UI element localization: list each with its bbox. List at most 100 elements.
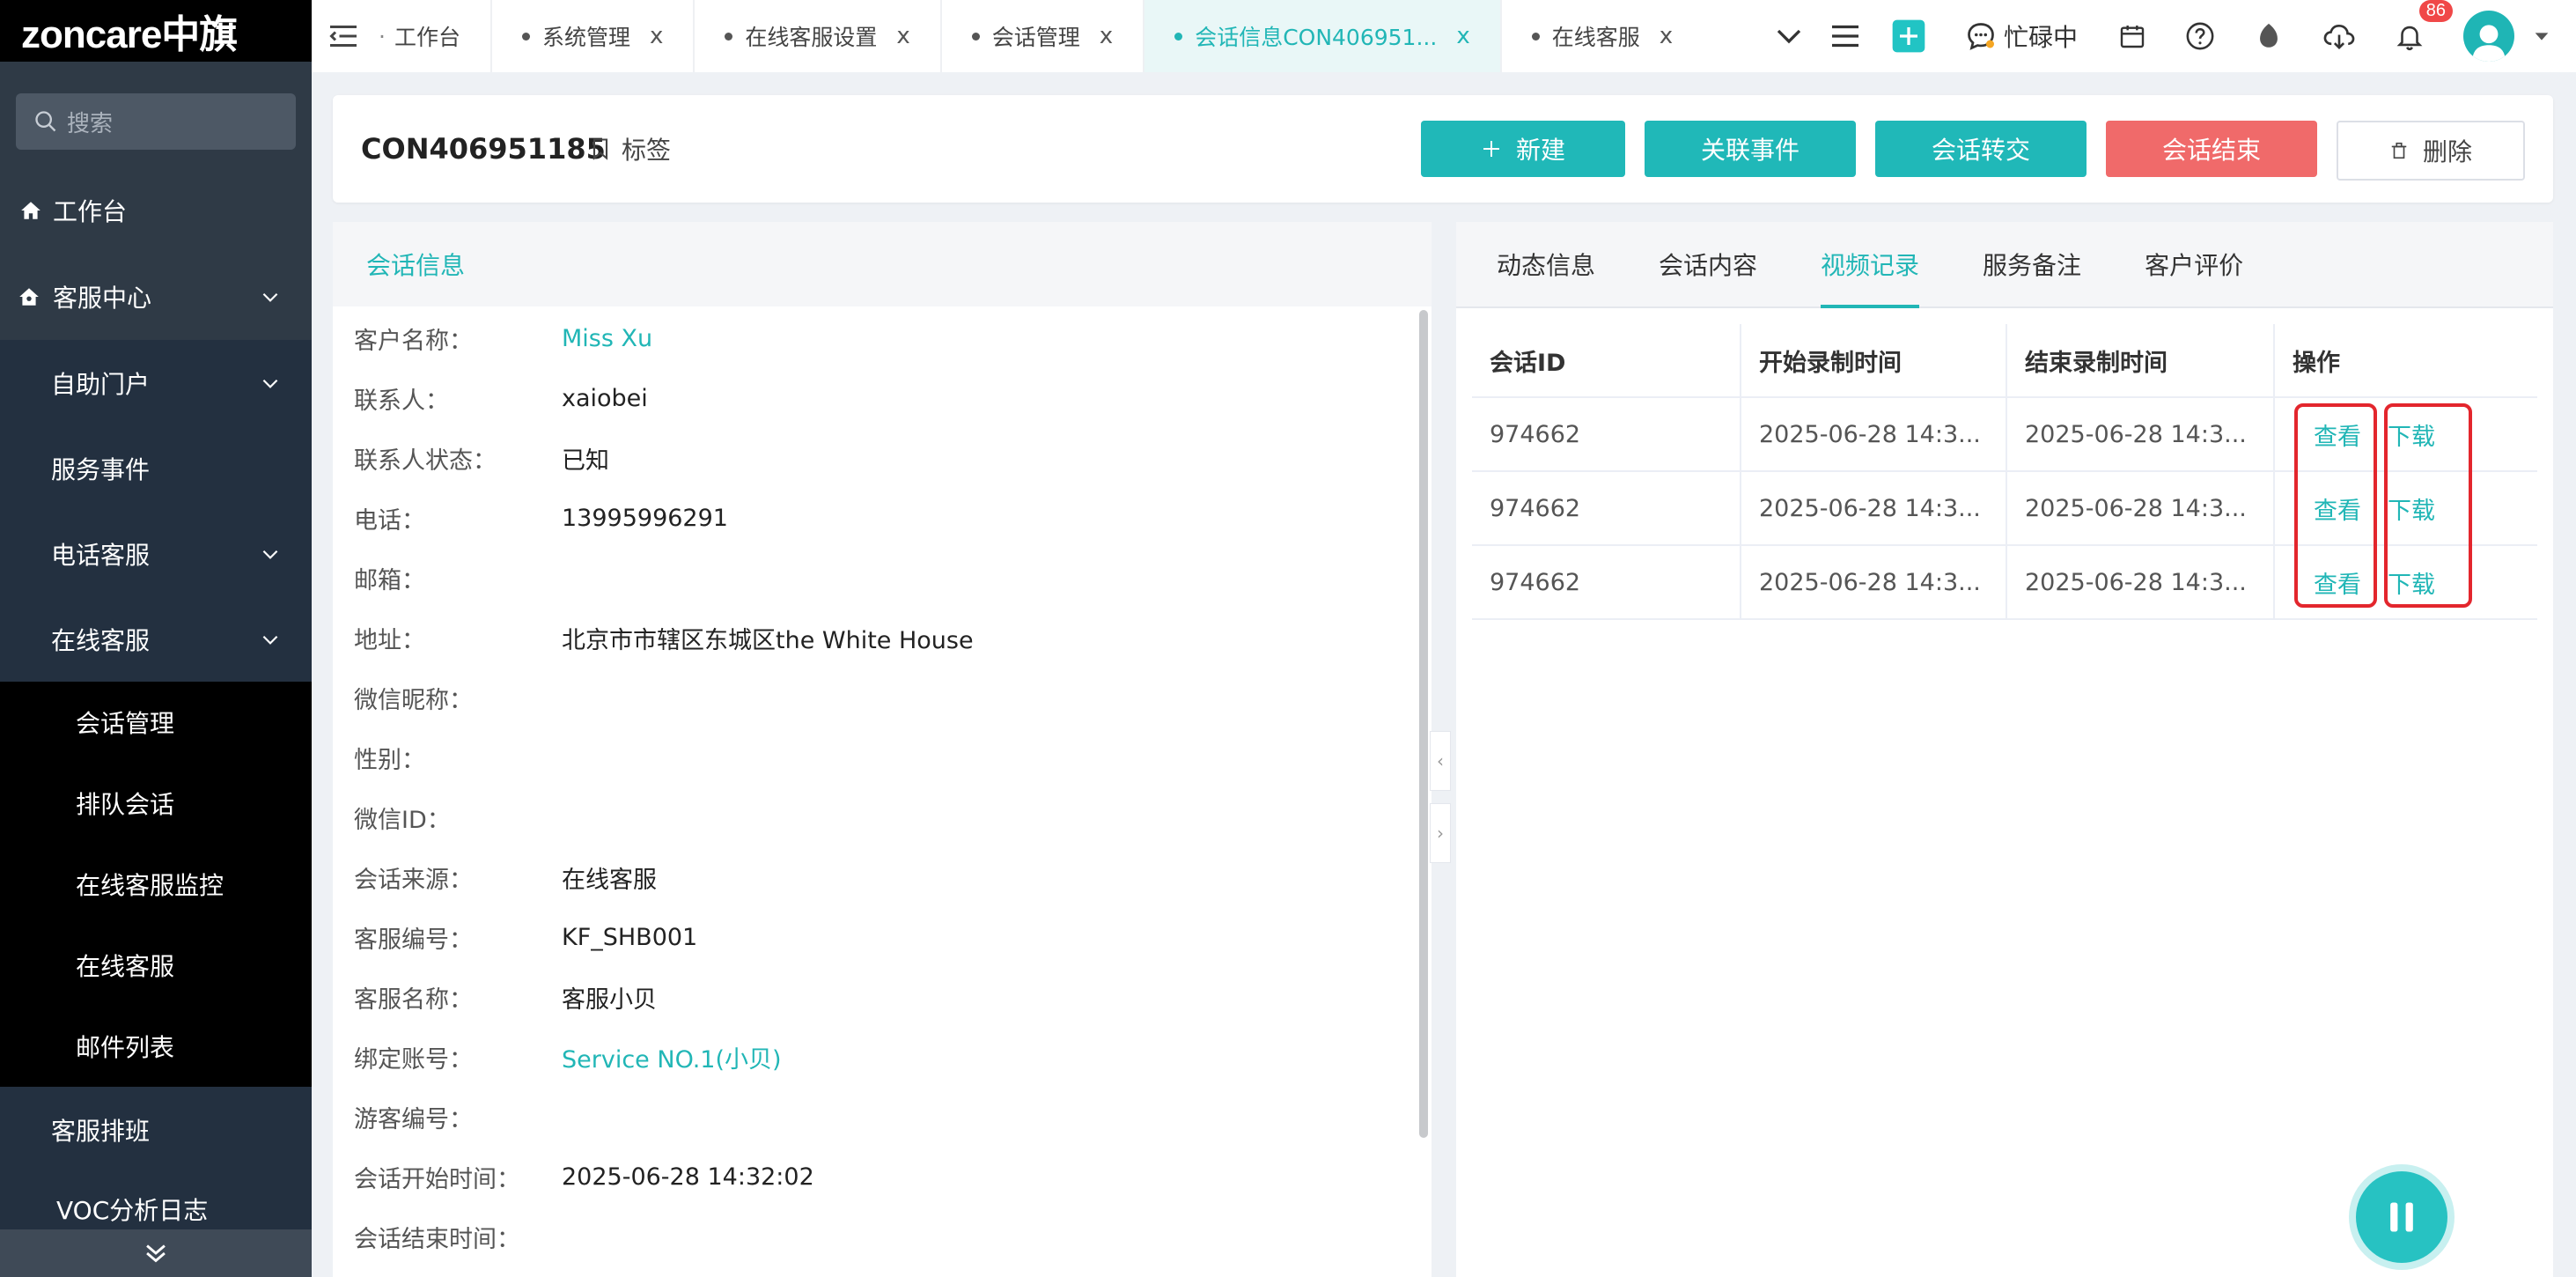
tab-customer-rating[interactable]: 客户评价 — [2122, 222, 2266, 306]
info-row: 客服名称： 客服小贝 — [333, 967, 1432, 1027]
menu-fold-icon — [329, 26, 357, 47]
field-value: 已知 — [562, 447, 609, 475]
close-icon[interactable]: x — [1660, 23, 1673, 49]
tabs-dropdown-button[interactable] — [1761, 0, 1817, 72]
sidebar-item-label: VOC分析日志 — [56, 1196, 209, 1225]
info-row: 性别： — [333, 727, 1432, 787]
tag-button[interactable]: 标签 — [588, 95, 671, 203]
field-label: 会话结束时间： — [354, 1225, 520, 1253]
field-label: 联系人状态： — [354, 447, 497, 475]
sidebar-item-phone-service[interactable]: 电话客服 — [0, 511, 312, 596]
tab-dot — [1531, 32, 1540, 41]
field-value[interactable]: Service NO.1(小贝) — [562, 1040, 782, 1074]
tab-system-management[interactable]: 系统管理 x — [492, 0, 696, 72]
transfer-button[interactable]: 会话转交 — [1875, 121, 2087, 177]
sidebar-item-schedule[interactable]: 客服排班 — [0, 1087, 312, 1172]
sidebar-search[interactable]: 搜索 — [16, 93, 296, 150]
sidebar-item-mail-list[interactable]: 邮件列表 — [0, 1006, 312, 1087]
info-row: 会话来源： 在线客服 — [333, 847, 1432, 907]
user-menu[interactable] — [2455, 0, 2576, 72]
tab-label: 会话信息CON406951... — [1195, 25, 1438, 50]
user-icon — [2472, 25, 2506, 62]
menu-toggle-button[interactable] — [312, 0, 375, 72]
sidebar-group-service-center[interactable]: 客服中心 — [0, 254, 312, 340]
chevron-down-icon — [262, 292, 278, 302]
delete-button[interactable]: 删除 — [2337, 121, 2525, 181]
info-row: 客服编号： KF_SHB001 — [333, 907, 1432, 967]
link-event-button[interactable]: 关联事件 — [1645, 121, 1856, 177]
sidebar-item-label: 服务事件 — [51, 454, 151, 484]
tab-session-content[interactable]: 会话内容 — [1636, 222, 1780, 306]
menu-button[interactable] — [1817, 0, 1873, 72]
end-time-cell: 2025-06-28 14:3... — [2007, 472, 2275, 544]
home-icon — [18, 197, 44, 224]
sidebar-item-online-service-sub[interactable]: 在线客服 — [0, 925, 312, 1006]
sidebar-item-online-monitor[interactable]: 在线客服监控 — [0, 844, 312, 925]
sidebar-item-session-management[interactable]: 会话管理 — [0, 682, 312, 763]
view-links-highlight — [2294, 403, 2377, 608]
sidebar-item-label: 在线客服 — [51, 625, 151, 655]
session-id-cell: 974662 — [1472, 398, 1741, 470]
notifications-button[interactable]: 86 — [2375, 0, 2455, 72]
calendar-icon — [2120, 26, 2145, 48]
tab-online-service-settings[interactable]: 在线客服设置 x — [695, 0, 942, 72]
field-value[interactable]: Miss Xu — [562, 325, 652, 352]
field-label: 微信昵称： — [354, 686, 473, 714]
collapse-left-handle[interactable]: ‹ — [1430, 731, 1451, 791]
tab-online-service[interactable]: 在线客服 x — [1502, 0, 1703, 72]
panel-title: 会话信息 — [333, 222, 1432, 306]
tab-label: 会话管理 — [991, 25, 1080, 50]
field-label: 绑定账号： — [354, 1045, 473, 1074]
help-button[interactable] — [2166, 0, 2234, 72]
end-session-button[interactable]: 会话结束 — [2106, 121, 2317, 177]
avatar — [2463, 11, 2514, 62]
collapse-right-handle[interactable]: › — [1430, 803, 1451, 863]
tab-workbench[interactable]: · 工作台 — [375, 0, 492, 72]
pause-recording-button[interactable] — [2356, 1171, 2447, 1263]
tab-dot — [971, 32, 980, 41]
agent-status-toggle[interactable]: 忙碌中 — [1944, 0, 2099, 72]
tab-session-management[interactable]: 会话管理 x — [942, 0, 1145, 72]
sidebar-item-label: 在线客服 — [76, 952, 175, 981]
new-button[interactable]: 新建 — [1421, 121, 1625, 177]
panel-scrollbar[interactable] — [1419, 310, 1428, 1138]
tab-dot — [1174, 32, 1183, 41]
tab-service-notes[interactable]: 服务备注 — [1960, 222, 2104, 306]
sidebar-expand-button[interactable] — [0, 1229, 312, 1277]
info-row: 会话开始时间： 2025-06-28 14:32:02 — [333, 1147, 1432, 1207]
chevron-down-icon — [1777, 29, 1801, 44]
calendar-button[interactable] — [2099, 0, 2166, 72]
field-value: KF_SHB001 — [562, 923, 698, 951]
close-icon[interactable]: x — [1100, 23, 1113, 49]
tab-session-info[interactable]: 会话信息CON406951... x — [1144, 0, 1502, 72]
add-button[interactable] — [1873, 0, 1944, 72]
sidebar-item-workbench[interactable]: 工作台 — [0, 167, 312, 254]
tab-dynamic-info[interactable]: 动态信息 — [1474, 222, 1618, 306]
sidebar-item-service-events[interactable]: 服务事件 — [0, 425, 312, 511]
info-row: 联系人： xaiobei — [333, 368, 1432, 428]
download-links-highlight — [2384, 403, 2472, 608]
chat-status-icon — [1968, 23, 1994, 50]
sidebar-item-label: 客服排班 — [51, 1116, 151, 1146]
search-placeholder: 搜索 — [67, 110, 114, 137]
conversation-id: CON406951185 — [361, 132, 606, 166]
download-cloud-button[interactable] — [2303, 0, 2375, 72]
end-time-cell: 2025-06-28 14:3... — [2007, 546, 2275, 618]
sidebar-item-online-service[interactable]: 在线客服 — [0, 596, 312, 682]
table-row: 974662 2025-06-28 14:3... 2025-06-28 14:3.… — [1472, 472, 2537, 546]
sidebar-item-label: 电话客服 — [51, 540, 151, 570]
close-icon[interactable]: x — [896, 23, 909, 49]
info-row: 微信ID： — [333, 787, 1432, 847]
close-icon[interactable]: x — [650, 23, 663, 49]
close-icon[interactable]: x — [1456, 23, 1469, 49]
tab-video-records[interactable]: 视频记录 — [1798, 222, 1942, 308]
skin-button[interactable] — [2234, 0, 2303, 72]
field-label: 性别： — [354, 746, 425, 774]
notification-badge: 86 — [2418, 0, 2453, 22]
info-row: 微信昵称： — [333, 668, 1432, 727]
info-row: 邮箱： — [333, 548, 1432, 608]
detail-tabs: 动态信息 会话内容 视频记录 服务备注 客户评价 — [1456, 222, 2553, 308]
sidebar-item-queue-sessions[interactable]: 排队会话 — [0, 763, 312, 844]
field-label: 客服编号： — [354, 926, 473, 954]
sidebar-item-self-portal[interactable]: 自助门户 — [0, 340, 312, 425]
